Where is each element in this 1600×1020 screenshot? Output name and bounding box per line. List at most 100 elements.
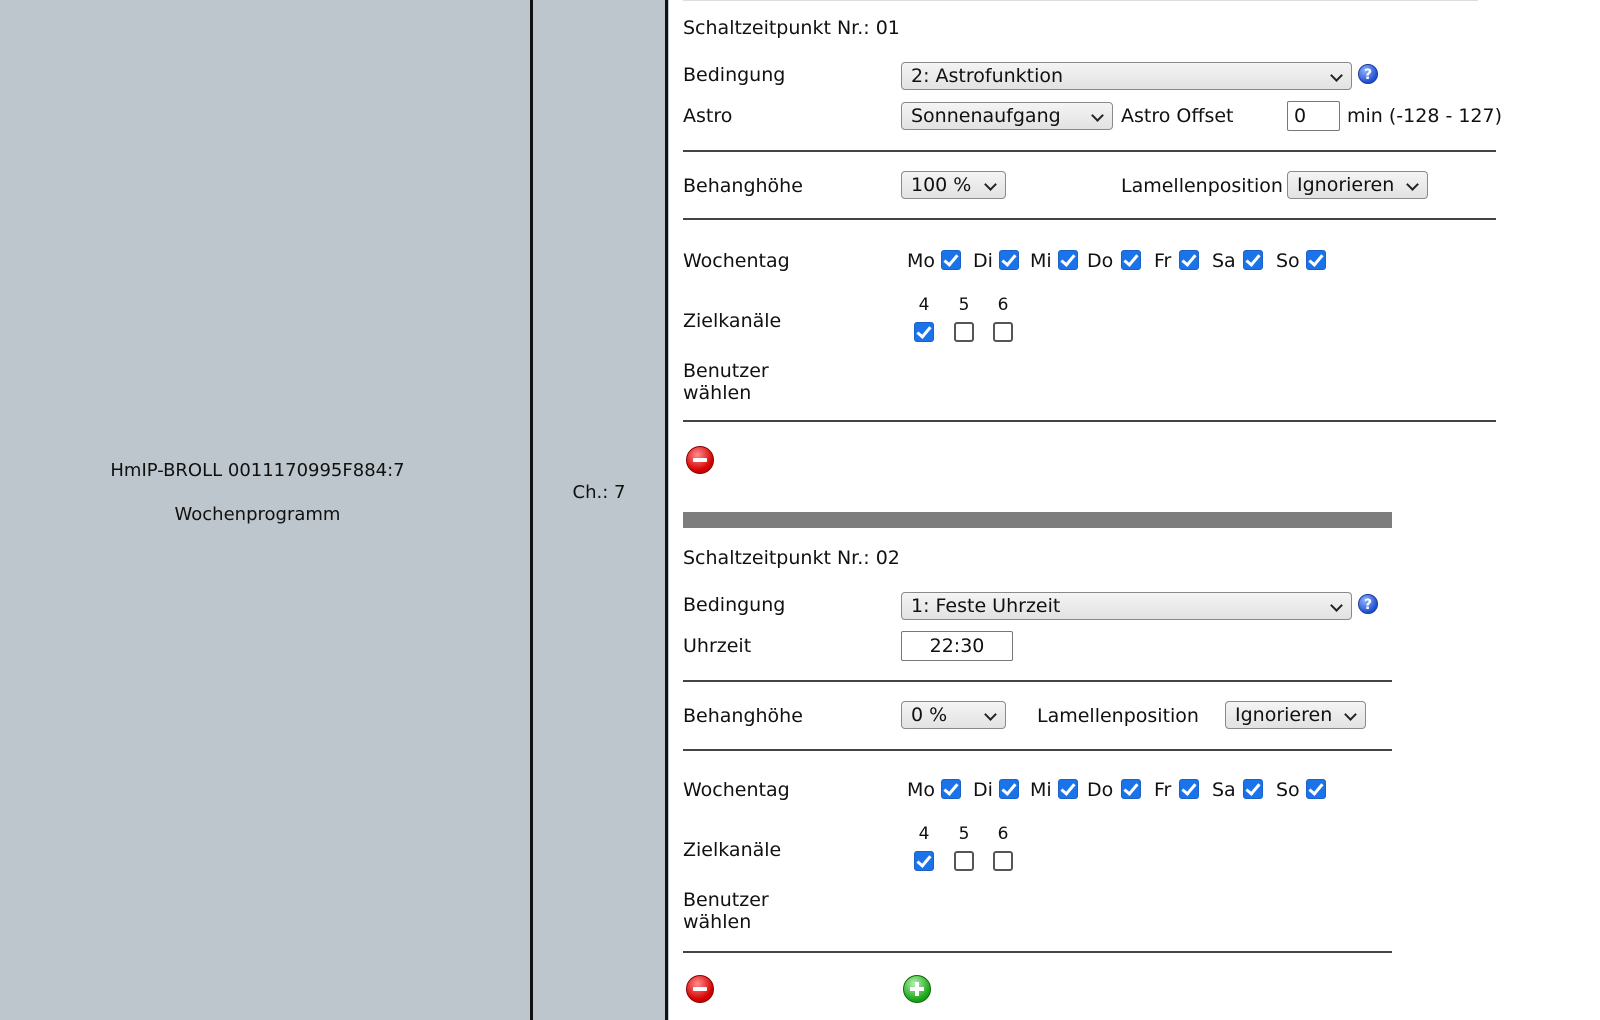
schedule-1-user-label: Benutzer	[683, 360, 769, 382]
help-icon-glyph: ?	[1363, 597, 1373, 613]
channel-number-4: 4	[918, 824, 930, 844]
channel-label: Ch.: 7	[572, 482, 626, 503]
chevron-down-icon	[1330, 69, 1343, 82]
schedule-2-day-fr-checkbox[interactable]	[1179, 779, 1199, 799]
top-divider	[683, 0, 1478, 1]
chevron-down-icon	[1406, 178, 1419, 191]
schedule-2-time-input[interactable]: 22:30	[901, 631, 1013, 661]
schedule-2-slat-label: Lamellenposition	[1037, 705, 1199, 727]
chevron-down-icon	[984, 708, 997, 721]
schedule-2-condition-label: Bedingung	[683, 594, 786, 616]
schedule-2-day-mi-checkbox[interactable]	[1058, 779, 1078, 799]
schedule-2-channel-4-checkbox[interactable]	[914, 851, 934, 871]
schedule-2-divider-2	[683, 749, 1392, 751]
schedule-1-slat-select[interactable]: Ignorieren	[1287, 171, 1428, 199]
schedule-2-day-do-checkbox[interactable]	[1121, 779, 1141, 799]
chevron-down-icon	[1344, 708, 1357, 721]
schedule-2-condition-select[interactable]: 1: Feste Uhrzeit	[901, 592, 1352, 620]
schedule-2-channel-5-checkbox[interactable]	[954, 851, 974, 871]
schedule-1-condition-label: Bedingung	[683, 64, 786, 86]
chevron-down-icon	[1091, 109, 1104, 122]
device-name: HmIP-BROLL 0011170995F884:7	[110, 460, 405, 481]
schedule-2-time-label: Uhrzeit	[683, 635, 752, 657]
schedule-1-divider-3	[683, 420, 1496, 422]
schedule-2-level-label: Behanghöhe	[683, 705, 803, 727]
day-label-di: Di	[973, 250, 993, 272]
day-label-do: Do	[1087, 779, 1114, 801]
day-label-di: Di	[973, 779, 993, 801]
day-label-sa: Sa	[1212, 250, 1236, 272]
schedule-2-day-di-checkbox[interactable]	[999, 779, 1019, 799]
schedule-1-astro-offset-input[interactable]: 0	[1287, 101, 1340, 131]
schedule-2-channel-6-checkbox[interactable]	[993, 851, 1013, 871]
column-divider-left	[530, 0, 533, 1020]
schedule-2-remove-icon[interactable]	[686, 975, 714, 1003]
program-name: Wochenprogramm	[174, 504, 341, 525]
schedule-1-day-so-checkbox[interactable]	[1306, 250, 1326, 270]
schedule-1-level-label: Behanghöhe	[683, 175, 803, 197]
day-label-mi: Mi	[1030, 250, 1052, 272]
schedule-panel: Schaltzeitpunkt Nr.: 01 Bedingung 2: Ast…	[669, 0, 1600, 1020]
day-label-fr: Fr	[1154, 779, 1172, 801]
schedule-1-channels-label: Zielkanäle	[683, 310, 782, 332]
schedule-1-condition-select[interactable]: 2: Astrofunktion	[901, 62, 1352, 90]
help-icon[interactable]: ?	[1358, 594, 1378, 614]
schedule-2-user-label: Benutzer	[683, 889, 769, 911]
channel-number-5: 5	[958, 295, 970, 315]
schedule-1-user-label-2: wählen	[683, 382, 752, 404]
schedule-1-offset-range: min (-128 - 127)	[1347, 105, 1503, 127]
schedule-2-weekday-label: Wochentag	[683, 779, 790, 801]
schedule-1-remove-icon[interactable]	[686, 446, 714, 474]
schedule-1-level-select[interactable]: 100 %	[901, 171, 1006, 199]
chevron-down-icon	[984, 178, 997, 191]
schedule-2-divider-3	[683, 951, 1392, 953]
schedule-1-weekday-label: Wochentag	[683, 250, 790, 272]
schedule-2-slat-select[interactable]: Ignorieren	[1225, 701, 1366, 729]
day-label-do: Do	[1087, 250, 1114, 272]
channel-number-6: 6	[997, 295, 1009, 315]
channel-number-4: 4	[918, 295, 930, 315]
schedule-2-day-mo-checkbox[interactable]	[941, 779, 961, 799]
schedule-1-day-mo-checkbox[interactable]	[941, 250, 961, 270]
channel-column	[535, 0, 663, 1020]
schedule-1-astro-label: Astro	[683, 105, 733, 127]
day-label-sa: Sa	[1212, 779, 1236, 801]
schedule-1-day-di-checkbox[interactable]	[999, 250, 1019, 270]
day-label-so: So	[1276, 779, 1300, 801]
schedule-1-channel-4-checkbox[interactable]	[914, 322, 934, 342]
schedule-2-heading: Schaltzeitpunkt Nr.: 02	[683, 547, 900, 569]
schedule-1-divider-2	[683, 218, 1496, 220]
schedule-1-day-fr-checkbox[interactable]	[1179, 250, 1199, 270]
schedule-1-astro-select[interactable]: Sonnenaufgang	[901, 102, 1113, 130]
schedule-1-day-sa-checkbox[interactable]	[1243, 250, 1263, 270]
schedule-separator	[683, 512, 1392, 528]
help-icon-glyph: ?	[1363, 67, 1373, 83]
day-label-mo: Mo	[907, 779, 936, 801]
day-label-mi: Mi	[1030, 779, 1052, 801]
channel-number-6: 6	[997, 824, 1009, 844]
day-label-so: So	[1276, 250, 1300, 272]
schedule-2-day-sa-checkbox[interactable]	[1243, 779, 1263, 799]
schedule-2-user-label-2: wählen	[683, 911, 752, 933]
schedule-2-level-value: 0 %	[911, 704, 948, 726]
help-icon[interactable]: ?	[1358, 64, 1378, 84]
schedule-1-channel-6-checkbox[interactable]	[993, 322, 1013, 342]
schedule-2-divider-1	[683, 680, 1392, 682]
day-label-fr: Fr	[1154, 250, 1172, 272]
schedule-2-level-select[interactable]: 0 %	[901, 701, 1006, 729]
schedule-1-day-do-checkbox[interactable]	[1121, 250, 1141, 270]
schedule-1-heading: Schaltzeitpunkt Nr.: 01	[683, 17, 900, 39]
schedule-1-slat-value: Ignorieren	[1297, 174, 1395, 196]
column-divider-right	[665, 0, 668, 1020]
schedule-2-slat-value: Ignorieren	[1235, 704, 1333, 726]
chevron-down-icon	[1330, 599, 1343, 612]
schedule-1-astro-value: Sonnenaufgang	[911, 105, 1061, 127]
schedule-2-day-so-checkbox[interactable]	[1306, 779, 1326, 799]
schedule-1-slat-label: Lamellenposition	[1121, 175, 1283, 197]
schedule-1-level-value: 100 %	[911, 174, 972, 196]
schedule-1-channel-5-checkbox[interactable]	[954, 322, 974, 342]
schedule-1-day-mi-checkbox[interactable]	[1058, 250, 1078, 270]
schedule-1-condition-value: 2: Astrofunktion	[911, 65, 1064, 87]
add-schedule-icon[interactable]	[903, 975, 931, 1003]
schedule-1-astro-offset-label: Astro Offset	[1121, 105, 1234, 127]
